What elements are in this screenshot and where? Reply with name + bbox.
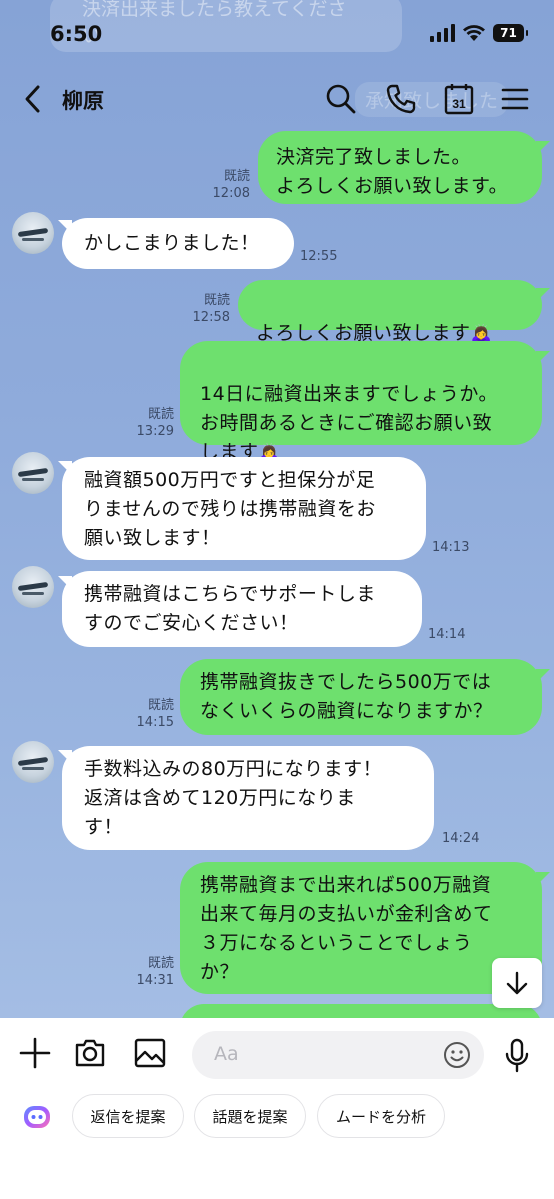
svg-text:31: 31 <box>452 97 466 111</box>
message-time: 14:24 <box>442 831 480 846</box>
message-bubble-incoming[interactable]: 携帯融資はこちらでサポートしま すのでご安心ください！ <box>62 571 422 647</box>
message-bubble-outgoing[interactable]: 14日に融資出来ますでしょうか。 お時間あるときにご確認お願い致 します🙇‍♀️ <box>180 341 542 463</box>
menu-icon[interactable] <box>498 82 532 116</box>
message-bubble-outgoing[interactable]: 携帯融資まで出来れば500万融資 出来て毎月の支払いが金利含めて ３万になるとい… <box>180 862 542 994</box>
suggest-topic-chip[interactable]: 話題を提案 <box>194 1094 306 1138</box>
message-bubble-incoming[interactable]: 手数料込みの80万円になります！ 返済は含めて120万円になりま す！ <box>62 746 434 850</box>
calendar-icon[interactable]: 31 <box>442 82 476 116</box>
message-time: 14:14 <box>428 627 466 642</box>
notification-text: 決済出来ましたら教えてくださ い <box>82 0 347 47</box>
avatar[interactable] <box>12 212 54 254</box>
message-input[interactable]: Aa <box>192 1031 484 1079</box>
smile-icon[interactable] <box>442 1040 472 1070</box>
read-receipt: 既読 12:58 <box>192 293 230 325</box>
chat-header: 柳原 承知致しました 31 <box>0 70 554 128</box>
read-receipt: 既読 14:31 <box>136 956 174 988</box>
message-bubble-outgoing[interactable]: 決済完了致しました。 よろしくお願い致します。 <box>258 131 542 204</box>
avatar[interactable] <box>12 452 54 494</box>
message-bubble-incoming[interactable]: かしこまりました！ <box>62 218 294 269</box>
message-time: 14:13 <box>432 540 470 555</box>
battery-icon: 71 <box>493 24 528 42</box>
wifi-icon <box>463 25 485 41</box>
mic-icon[interactable] <box>502 1038 532 1074</box>
ai-assistant-icon[interactable] <box>22 1102 52 1132</box>
analyze-mood-chip[interactable]: ムードを分析 <box>317 1094 445 1138</box>
message-time: 12:55 <box>300 249 338 264</box>
signal-icon <box>430 24 455 42</box>
clock: 6:50 <box>50 22 103 46</box>
read-receipt: 既読 12:08 <box>212 169 250 201</box>
message-bubble-outgoing[interactable]: よろしくお願い致します🙇‍♀️ <box>238 280 542 344</box>
status-icons: 71 <box>429 24 528 42</box>
avatar[interactable] <box>12 566 54 608</box>
plus-icon[interactable] <box>18 1036 52 1070</box>
message-bubble-incoming[interactable]: 融資額500万円ですと担保分が足 りませんので残りは携帯融資をお 願い致します！ <box>62 457 426 560</box>
input-placeholder: Aa <box>214 1043 239 1065</box>
search-icon[interactable] <box>324 82 358 116</box>
read-receipt: 既読 14:15 <box>136 698 174 730</box>
message-bubble-outgoing[interactable]: 携帯融資抜きでしたら500万では なくいくらの融資になりますか？ <box>180 659 542 735</box>
header-ghost-text: 承知致しました <box>355 82 509 117</box>
scroll-down-button[interactable] <box>492 958 542 1008</box>
suggest-reply-chip[interactable]: 返信を提案 <box>72 1094 184 1138</box>
composer-area: Aa 返信を提案 話題を提案 ムードを分析 <box>0 1018 554 1199</box>
arrow-down-icon <box>506 971 528 995</box>
camera-icon[interactable] <box>73 1036 107 1070</box>
chevron-left-icon[interactable] <box>20 82 48 116</box>
avatar[interactable] <box>12 741 54 783</box>
chat-title: 柳原 <box>62 89 104 113</box>
status-bar: 決済出来ましたら教えてくださ い 6:50 71 <box>0 0 554 70</box>
phone-icon[interactable] <box>384 82 418 116</box>
image-icon[interactable] <box>133 1036 167 1070</box>
read-receipt: 既読 13:29 <box>136 407 174 439</box>
